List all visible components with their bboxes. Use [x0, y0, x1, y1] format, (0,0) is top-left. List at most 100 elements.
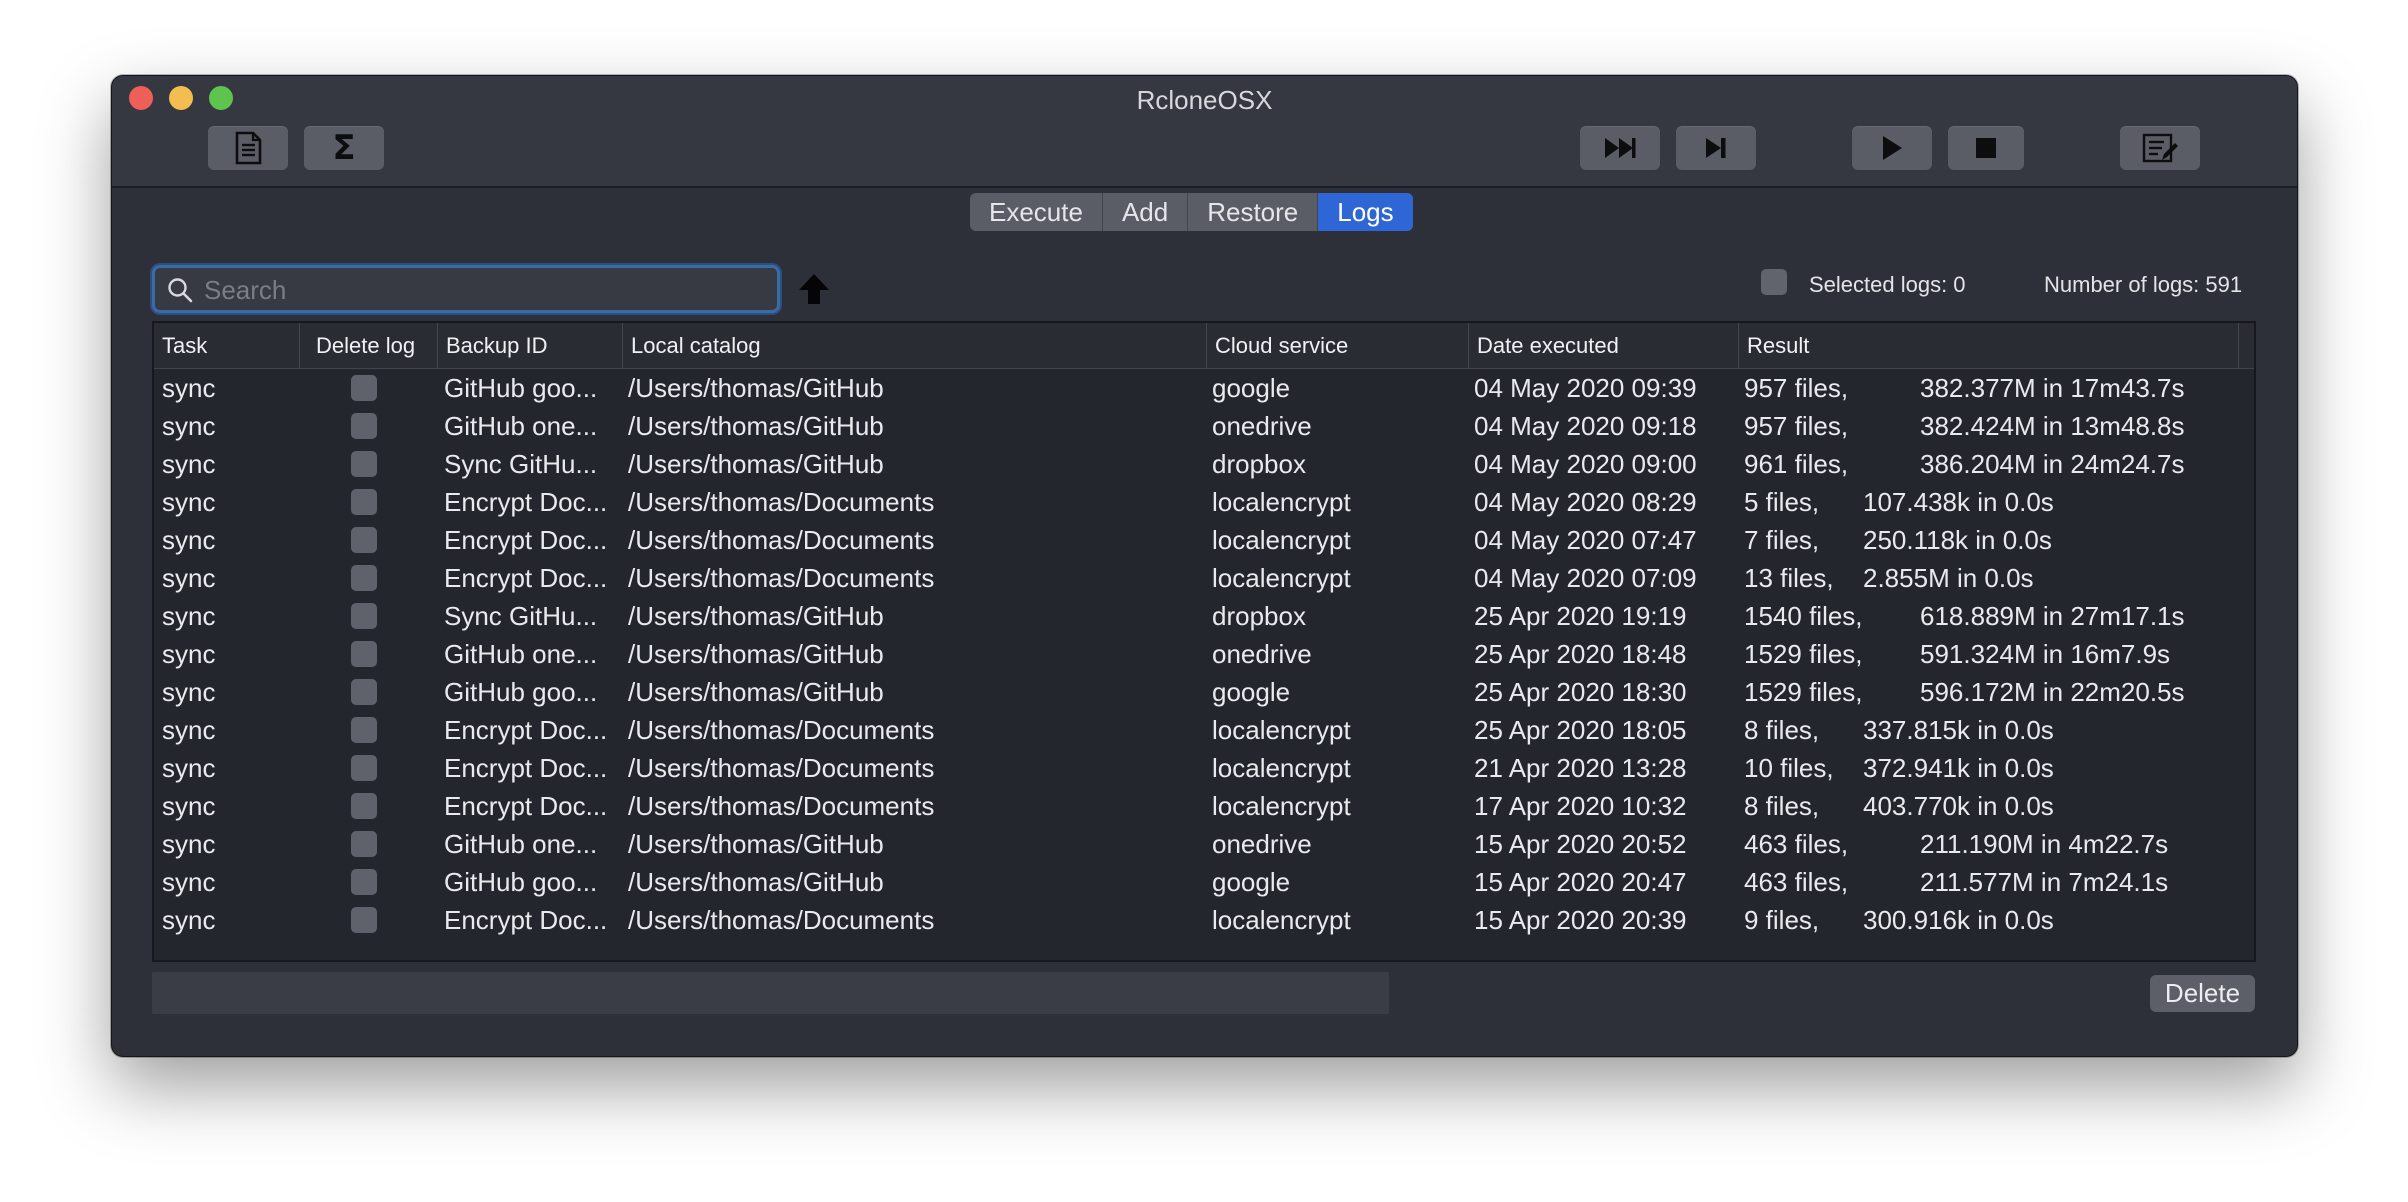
cloud-service-cell: dropbox — [1212, 601, 1306, 631]
edit-list-button[interactable] — [2120, 126, 2200, 170]
delete-log-checkbox[interactable] — [351, 641, 377, 667]
result-summary: 382.377M in 17m43.7s — [1920, 373, 2185, 403]
delete-log-checkbox[interactable] — [351, 793, 377, 819]
delete-log-checkbox[interactable] — [351, 413, 377, 439]
stop-button[interactable] — [1948, 126, 2024, 170]
delete-log-checkbox[interactable] — [351, 527, 377, 553]
tab-execute[interactable]: Execute — [970, 193, 1103, 231]
result-cell: 1529 files, 596.172M in 22m20.5s — [1744, 673, 2244, 711]
fast-forward-button[interactable] — [1580, 126, 1660, 170]
task-cell: sync — [162, 905, 216, 935]
delete-button[interactable]: Delete — [2150, 975, 2255, 1012]
sort-up-arrow-icon[interactable] — [797, 272, 831, 311]
cloud-service-cell: localencrypt — [1212, 715, 1351, 745]
document-icon — [233, 131, 263, 165]
delete-log-checkbox[interactable] — [351, 603, 377, 629]
column-header-result[interactable]: Result — [1739, 323, 2239, 368]
task-cell: sync — [162, 373, 216, 403]
progress-bar — [152, 972, 1389, 1014]
tab-add[interactable]: Add — [1103, 193, 1189, 231]
column-header-cloud-service[interactable]: Cloud service — [1207, 323, 1469, 368]
local-catalog-cell: /Users/thomas/Documents — [628, 753, 935, 783]
search-field[interactable] — [152, 265, 780, 313]
table-row[interactable]: sync Sync GitHu... /Users/thomas/GitHub … — [154, 597, 2254, 635]
fast-forward-icon — [1603, 136, 1637, 160]
result-summary: 250.118k in 0.0s — [1863, 525, 2052, 555]
result-cell: 1540 files, 618.889M in 27m17.1s — [1744, 597, 2244, 635]
delete-log-checkbox[interactable] — [351, 755, 377, 781]
local-catalog-cell: /Users/thomas/GitHub — [628, 639, 884, 669]
delete-log-checkbox[interactable] — [351, 375, 377, 401]
delete-log-checkbox[interactable] — [351, 907, 377, 933]
local-catalog-cell: /Users/thomas/Documents — [628, 791, 935, 821]
column-header-task[interactable]: Task — [154, 323, 300, 368]
task-cell: sync — [162, 639, 216, 669]
delete-log-checkbox[interactable] — [351, 831, 377, 857]
task-cell: sync — [162, 715, 216, 745]
backup-id-cell: GitHub one... — [444, 411, 598, 441]
task-cell: sync — [162, 791, 216, 821]
result-cell: 463 files, 211.577M in 7m24.1s — [1744, 863, 2244, 901]
tab-logs[interactable]: Logs — [1318, 193, 1413, 231]
cloud-service-cell: google — [1212, 677, 1291, 707]
play-icon — [1880, 135, 1904, 161]
delete-log-checkbox[interactable] — [351, 869, 377, 895]
table-row[interactable]: sync Encrypt Doc... /Users/thomas/Docume… — [154, 521, 2254, 559]
table-row[interactable]: sync GitHub one... /Users/thomas/GitHub … — [154, 407, 2254, 445]
tab-restore[interactable]: Restore — [1188, 193, 1319, 231]
result-cell: 463 files, 211.190M in 4m22.7s — [1744, 825, 2244, 863]
result-cell: 7 files, 250.118k in 0.0s — [1744, 521, 2244, 559]
select-all-checkbox[interactable] — [1761, 269, 1787, 295]
local-catalog-cell: /Users/thomas/GitHub — [628, 867, 884, 897]
table-row[interactable]: sync Encrypt Doc... /Users/thomas/Docume… — [154, 559, 2254, 597]
table-row[interactable]: sync Encrypt Doc... /Users/thomas/Docume… — [154, 787, 2254, 825]
backup-id-cell: GitHub goo... — [444, 677, 598, 707]
delete-log-checkbox[interactable] — [351, 451, 377, 477]
local-catalog-cell: /Users/thomas/Documents — [628, 905, 935, 935]
date-executed-cell: 25 Apr 2020 18:05 — [1474, 715, 1687, 745]
cloud-service-cell: onedrive — [1212, 829, 1312, 859]
date-executed-cell: 04 May 2020 07:47 — [1474, 525, 1697, 555]
column-header-delete-log[interactable]: Delete log — [300, 323, 438, 368]
table-row[interactable]: sync GitHub one... /Users/thomas/GitHub … — [154, 635, 2254, 673]
result-files: 8 files, — [1744, 791, 1820, 821]
cloud-service-cell: dropbox — [1212, 449, 1306, 479]
date-executed-cell: 04 May 2020 09:18 — [1474, 411, 1697, 441]
table-row[interactable]: sync Encrypt Doc... /Users/thomas/Docume… — [154, 901, 2254, 939]
table-row[interactable]: sync Encrypt Doc... /Users/thomas/Docume… — [154, 483, 2254, 521]
backup-id-cell: GitHub one... — [444, 829, 598, 859]
skip-forward-button[interactable] — [1676, 126, 1756, 170]
column-header-backup-id[interactable]: Backup ID — [438, 323, 623, 368]
result-summary: 386.204M in 24m24.7s — [1920, 449, 2185, 479]
window-title: RcloneOSX — [1136, 85, 1273, 115]
local-catalog-cell: /Users/thomas/Documents — [628, 525, 935, 555]
table-row[interactable]: sync GitHub goo... /Users/thomas/GitHub … — [154, 673, 2254, 711]
delete-log-checkbox[interactable] — [351, 717, 377, 743]
summary-button[interactable]: Σ — [304, 126, 384, 170]
task-cell: sync — [162, 677, 216, 707]
play-button[interactable] — [1852, 126, 1932, 170]
result-summary: 618.889M in 27m17.1s — [1920, 601, 2185, 631]
column-header-local-catalog[interactable]: Local catalog — [623, 323, 1207, 368]
task-cell: sync — [162, 867, 216, 897]
result-files: 7 files, — [1744, 525, 1820, 555]
backup-id-cell: Encrypt Doc... — [444, 563, 608, 593]
delete-log-checkbox[interactable] — [351, 679, 377, 705]
table-row[interactable]: sync GitHub goo... /Users/thomas/GitHub … — [154, 863, 2254, 901]
search-input[interactable] — [202, 272, 766, 308]
result-cell: 1529 files, 591.324M in 16m7.9s — [1744, 635, 2244, 673]
table-row[interactable]: sync Encrypt Doc... /Users/thomas/Docume… — [154, 749, 2254, 787]
result-files: 13 files, — [1744, 563, 1834, 593]
result-cell: 957 files, 382.424M in 13m48.8s — [1744, 407, 2244, 445]
result-summary: 2.855M in 0.0s — [1863, 563, 2034, 593]
table-row[interactable]: sync Sync GitHu... /Users/thomas/GitHub … — [154, 445, 2254, 483]
column-header-date-executed[interactable]: Date executed — [1469, 323, 1739, 368]
table-row[interactable]: sync Encrypt Doc... /Users/thomas/Docume… — [154, 711, 2254, 749]
delete-log-checkbox[interactable] — [351, 565, 377, 591]
document-button[interactable] — [208, 126, 288, 170]
table-row[interactable]: sync GitHub one... /Users/thomas/GitHub … — [154, 825, 2254, 863]
delete-log-checkbox[interactable] — [351, 489, 377, 515]
table-row[interactable]: sync GitHub goo... /Users/thomas/GitHub … — [154, 369, 2254, 407]
local-catalog-cell: /Users/thomas/Documents — [628, 563, 935, 593]
backup-id-cell: Encrypt Doc... — [444, 753, 608, 783]
